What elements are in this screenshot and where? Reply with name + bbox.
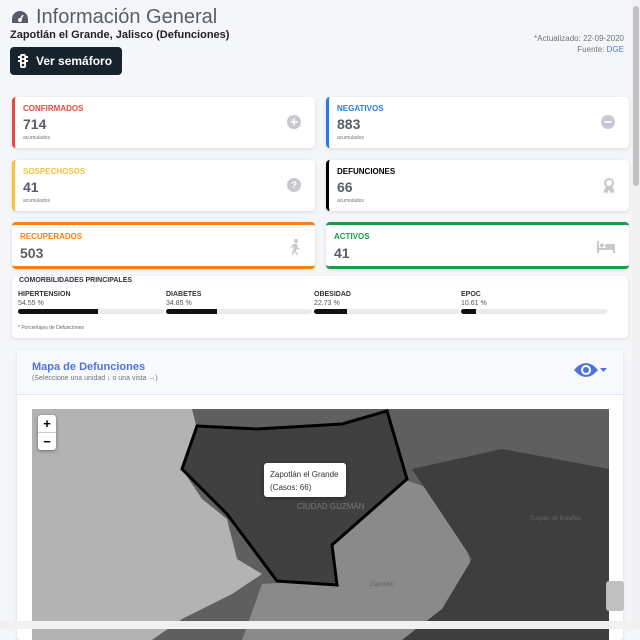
card-defunciones-value: 66 — [337, 179, 353, 195]
map-canvas[interactable]: CIUDAD GUZMÁN Zapotiltic Tuxpan de Bolañ… — [32, 409, 609, 640]
ribbon-icon — [603, 178, 615, 194]
updated-date: *Actualizado: 22-09-2020 — [534, 34, 624, 43]
plus-circle-icon — [287, 115, 301, 129]
card-activos-value: 41 — [334, 245, 350, 261]
comorbidity-name: DIABETES — [166, 291, 202, 298]
card-sospechosos-label: SOSPECHOSOS — [23, 167, 86, 176]
card-negativos-label: NEGATIVOS — [337, 104, 384, 113]
card-recuperados-label: RECUPERADOS — [20, 232, 83, 241]
comorbidity-percent: 10.61 % — [461, 300, 487, 307]
caret-down-icon — [600, 367, 607, 372]
comorbidity-name: EPOC — [461, 291, 481, 298]
comorbidity-hipertension: HIPERTENSION 54.55 % — [18, 291, 164, 314]
walking-icon — [290, 239, 300, 255]
comorbidity-bar — [166, 309, 312, 314]
comorbidity-bar — [461, 309, 607, 314]
map-title: Mapa de Defunciones — [32, 361, 146, 373]
question-circle-icon: ? — [287, 178, 301, 192]
comorbidity-name: HIPERTENSION — [18, 291, 71, 298]
bed-icon — [597, 241, 615, 253]
map-hint: (Seleccione una unidad ↓ o una vista →) — [32, 375, 158, 382]
map-label-city: CIUDAD GUZMÁN — [297, 502, 365, 511]
page-title-text: Información General — [36, 6, 218, 28]
comorbidity-bar — [314, 309, 460, 314]
card-confirmados-label: CONFIRMADOS — [23, 104, 84, 113]
comorbidity-bar-fill — [314, 309, 348, 314]
card-sospechosos-sub: acumulados — [23, 198, 50, 204]
update-info: *Actualizado: 22-09-2020 Fuente: DGE — [534, 33, 624, 55]
map-label-zapotiltic: Zapotiltic — [370, 582, 394, 588]
comorbidity-percent: 34.85 % — [166, 300, 192, 307]
comorbidities-panel: COMORBILIDADES PRINCIPALES HIPERTENSION … — [12, 276, 628, 338]
card-confirmados-sub: acumulados — [23, 135, 50, 141]
card-confirmados-value: 714 — [23, 116, 47, 132]
card-activos-label: ACTIVOS — [334, 232, 370, 241]
comorbidity-percent: 22.73 % — [314, 300, 340, 307]
map-label-tuxpan: Tuxpan de Bolaños — [530, 516, 581, 522]
comorbidity-epoc: EPOC 10.61 % — [461, 291, 607, 314]
source-label: Fuente: — [577, 45, 607, 54]
page-header: Información General Zapotlán el Grande, … — [0, 0, 632, 90]
traffic-light-icon — [18, 54, 28, 68]
comorbidities-note: * Porcentajes de Defunciones — [18, 325, 84, 331]
view-selector-dropdown[interactable] — [574, 362, 607, 378]
card-negativos-sub: acumulados — [337, 135, 364, 141]
horizontal-scrollbar[interactable] — [0, 621, 632, 629]
source-link[interactable]: DGE — [607, 45, 624, 54]
comorbidity-percent: 54.55 % — [18, 300, 44, 307]
page-title: Información General — [10, 6, 217, 29]
comorbidity-bar-fill — [18, 309, 98, 314]
comorbidity-bar-fill — [461, 309, 477, 314]
card-sospechosos: SOSPECHOSOS 41 acumulados ? — [12, 160, 315, 211]
card-sospechosos-value: 41 — [23, 179, 39, 195]
comorbidity-bar-fill — [166, 309, 217, 314]
card-negativos-value: 883 — [337, 116, 361, 132]
minus-circle-icon — [601, 115, 615, 129]
card-recuperados-value: 503 — [20, 245, 44, 261]
map-regions[interactable]: CIUDAD GUZMÁN Zapotiltic Tuxpan de Bolañ… — [32, 409, 609, 640]
scrollbar-thumb[interactable] — [633, 6, 639, 186]
tooltip-name: Zapotlán el Grande — [270, 470, 339, 479]
page-subtitle: Zapotlán el Grande, Jalisco (Defunciones… — [10, 29, 230, 41]
map-card-header: Mapa de Defunciones (Seleccione una unid… — [17, 350, 623, 395]
card-defunciones: DEFUNCIONES 66 acumulados — [326, 160, 629, 211]
map-tooltip: Zapotlán el Grande (Casos: 66) — [264, 463, 346, 497]
comorbidity-bar — [18, 309, 164, 314]
svg-text:?: ? — [291, 181, 297, 192]
card-activos: ACTIVOS 41 — [326, 222, 629, 269]
card-confirmados: CONFIRMADOS 714 acumulados — [12, 97, 315, 148]
tooltip-cases: (Casos: 66) — [270, 483, 312, 492]
eye-icon — [574, 363, 598, 377]
map-zoom-control: + − — [38, 415, 56, 450]
zoom-out-button[interactable]: − — [38, 432, 56, 450]
semaforo-button[interactable]: Ver semáforo — [10, 47, 122, 75]
semaforo-button-label: Ver semáforo — [36, 54, 113, 68]
card-recuperados: RECUPERADOS 503 — [12, 222, 315, 269]
card-defunciones-sub: acumulados — [337, 198, 364, 204]
dashboard-gauge-icon — [12, 10, 28, 23]
comorbidities-heading: COMORBILIDADES PRINCIPALES — [19, 277, 133, 284]
card-negativos: NEGATIVOS 883 acumulados — [326, 97, 629, 148]
comorbidity-name: OBESIDAD — [314, 291, 351, 298]
comorbidity-obesidad: OBESIDAD 22.73 % — [314, 291, 460, 314]
card-defunciones-label: DEFUNCIONES — [337, 167, 396, 176]
zoom-in-button[interactable]: + — [38, 415, 56, 432]
vertical-scrollbar[interactable] — [632, 0, 640, 629]
comorbidity-diabetes: DIABETES 34.85 % — [166, 291, 312, 314]
scroll-to-top-button[interactable] — [606, 581, 624, 611]
